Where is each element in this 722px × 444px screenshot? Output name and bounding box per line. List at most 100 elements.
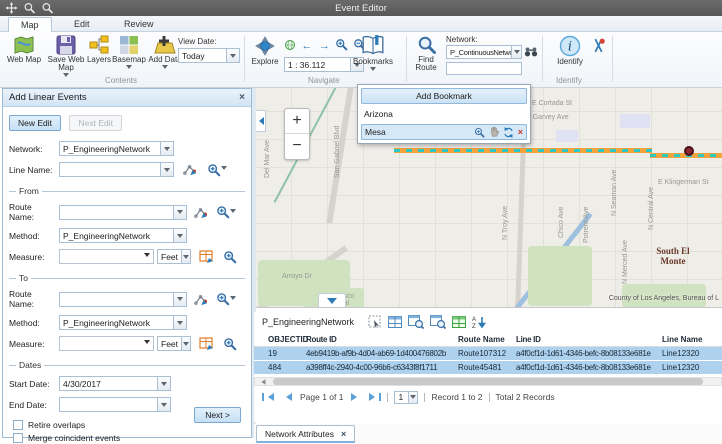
selection-tool-icon[interactable] <box>368 315 382 329</box>
find-route-input[interactable] <box>446 62 522 75</box>
show-selected-records-icon[interactable] <box>452 316 466 328</box>
from-route-select[interactable] <box>59 205 187 220</box>
bookmark-item-mesa[interactable]: Mesa × <box>361 124 527 140</box>
chevron-down-icon[interactable] <box>511 46 521 58</box>
chevron-down-icon[interactable] <box>226 49 239 62</box>
from-unit-select[interactable]: Feet <box>157 249 191 264</box>
chevron-down-icon[interactable] <box>157 377 170 390</box>
next-page-button[interactable] <box>351 393 361 401</box>
binoculars-icon[interactable] <box>524 46 538 58</box>
chevron-down-icon[interactable] <box>160 163 173 176</box>
next-edit-button[interactable]: Next Edit <box>69 115 122 131</box>
table-row[interactable]: 484 a398ff4c-2940-4c00-96b6-c6343f8f1711… <box>254 361 722 375</box>
tab-edit[interactable]: Edit <box>62 17 102 32</box>
bookmark-item-arizona[interactable]: Arizona <box>361 106 527 122</box>
from-method-select[interactable]: P_EngineeringNetwork <box>59 228 187 243</box>
end-date-input[interactable] <box>59 397 171 412</box>
col-objectid[interactable]: OBJECTID <box>254 335 306 344</box>
line-name-select[interactable] <box>59 162 174 177</box>
scrollbar-thumb[interactable] <box>273 378 703 385</box>
col-line-id[interactable]: Line ID <box>516 335 662 344</box>
collapse-table-button[interactable] <box>318 293 346 308</box>
chevron-down-icon[interactable] <box>144 340 150 347</box>
close-icon[interactable]: × <box>239 92 245 103</box>
full-extent-icon[interactable] <box>284 39 296 51</box>
zoom-in-button[interactable]: + <box>285 109 309 134</box>
chevron-down-icon[interactable] <box>181 250 190 263</box>
sort-icon[interactable] <box>472 315 488 329</box>
identify-button[interactable]: i Identify <box>552 35 588 66</box>
network-select[interactable]: P_EngineeringNetwork <box>59 141 174 156</box>
close-icon[interactable]: × <box>341 429 346 439</box>
to-measure-combo[interactable] <box>59 336 154 351</box>
explore-button[interactable]: Explore <box>248 35 282 66</box>
zoom-to-line-icon[interactable] <box>207 163 221 177</box>
save-web-map-button[interactable]: Save Web Map <box>46 35 86 81</box>
chevron-down-icon[interactable] <box>173 293 186 306</box>
tab-review[interactable]: Review <box>112 17 166 32</box>
col-route-name[interactable]: Route Name <box>458 335 516 344</box>
map-zoom-control[interactable]: + − <box>284 108 310 160</box>
layers-button[interactable]: Layers <box>84 35 114 64</box>
merge-coincident-option[interactable]: Merge coincident events <box>9 433 245 443</box>
previous-extent-icon[interactable]: ← <box>301 40 312 52</box>
select-route-on-map-icon[interactable] <box>193 293 208 306</box>
tab-network-attributes[interactable]: Network Attributes × <box>256 425 355 443</box>
previous-page-button[interactable] <box>282 393 292 401</box>
table-row[interactable]: 19 4eb9419b-af9b-4d04-ab69-1d400476802b … <box>254 347 722 361</box>
table-icon[interactable] <box>388 316 402 328</box>
col-route-id[interactable]: Route ID <box>306 335 458 344</box>
delete-bookmark-icon[interactable]: × <box>518 127 523 137</box>
pan-to-bookmark-icon[interactable] <box>489 126 499 138</box>
to-unit-select[interactable]: Feet <box>157 336 191 351</box>
chevron-down-icon[interactable] <box>173 316 186 329</box>
select-line-on-map-icon[interactable] <box>182 163 197 176</box>
bookmarks-button[interactable]: Bookmarks <box>352 35 394 75</box>
zoom-in-icon[interactable] <box>335 38 348 51</box>
next-button[interactable]: Next > <box>194 407 241 423</box>
chevron-down-icon[interactable] <box>157 398 170 411</box>
zoom-to-measure-icon[interactable] <box>223 337 237 351</box>
view-date-select[interactable]: Today <box>178 48 240 63</box>
chevron-down-icon[interactable] <box>173 229 186 242</box>
find-route-network-select[interactable]: P_ContinuousNetwork <box>446 45 522 59</box>
zoom-to-selected-icon[interactable] <box>408 315 424 329</box>
select-measure-on-map-icon[interactable] <box>199 337 213 351</box>
identify-route-pin-icon[interactable] <box>592 38 605 53</box>
zoom-to-route-icon[interactable] <box>216 205 230 219</box>
page-size-select[interactable]: 1 <box>394 391 418 404</box>
add-bookmark-button[interactable]: Add Bookmark <box>361 88 527 104</box>
chevron-down-icon[interactable] <box>408 392 417 403</box>
add-data-button[interactable]: Add Data <box>148 35 182 73</box>
checkbox[interactable] <box>13 420 23 430</box>
zoom-to-bookmark-icon[interactable] <box>474 127 485 138</box>
chevron-down-icon[interactable] <box>144 253 150 260</box>
web-map-button[interactable]: Web Map <box>4 35 44 64</box>
from-measure-combo[interactable] <box>59 249 154 264</box>
first-page-button[interactable] <box>262 393 274 401</box>
checkbox[interactable] <box>13 433 23 443</box>
scroll-left-icon[interactable] <box>259 379 266 385</box>
zoom-to-measure-icon[interactable] <box>223 250 237 264</box>
pan-to-selected-icon[interactable] <box>430 315 446 329</box>
col-line-name[interactable]: Line Name <box>662 335 722 344</box>
select-route-on-map-icon[interactable] <box>193 206 208 219</box>
select-measure-on-map-icon[interactable] <box>199 250 213 264</box>
horizontal-scrollbar[interactable] <box>254 377 722 386</box>
find-route-button[interactable]: Find Route <box>412 35 442 72</box>
collapse-sidebar-button[interactable] <box>256 110 266 132</box>
update-bookmark-icon[interactable] <box>503 127 514 138</box>
new-edit-button[interactable]: New Edit <box>9 115 61 131</box>
to-method-select[interactable]: P_EngineeringNetwork <box>59 315 187 330</box>
next-extent-icon[interactable]: → <box>319 40 330 52</box>
zoom-out-button[interactable]: − <box>285 134 309 159</box>
start-date-input[interactable]: 4/30/2017 <box>59 376 171 391</box>
chevron-down-icon[interactable] <box>230 209 236 216</box>
last-page-button[interactable] <box>369 393 381 401</box>
basemap-button[interactable]: Basemap <box>112 35 146 73</box>
chevron-down-icon[interactable] <box>173 206 186 219</box>
chevron-down-icon[interactable] <box>230 296 236 303</box>
tab-map[interactable]: Map <box>8 17 52 32</box>
to-route-select[interactable] <box>59 292 187 307</box>
zoom-to-route-icon[interactable] <box>216 292 230 306</box>
